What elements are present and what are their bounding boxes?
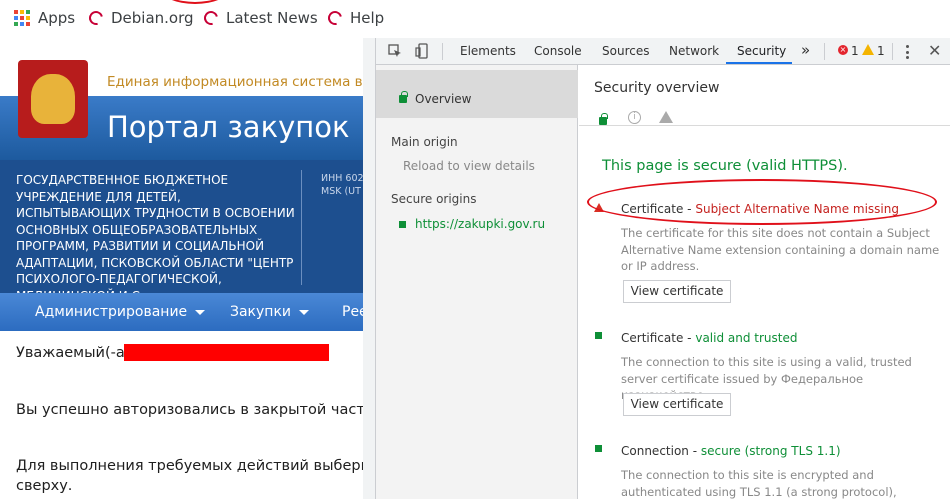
bookmark-help[interactable]: Help (325, 8, 385, 28)
nav-label: Администрирование (35, 304, 188, 320)
warning-icon[interactable] (862, 44, 874, 55)
close-icon[interactable]: ✕ (928, 41, 941, 60)
item-description: The connection to this site is encrypted… (621, 468, 897, 499)
item-title-certificate-valid: Certificate - valid and trusted (621, 331, 798, 345)
reload-hint: Reload to view details (403, 159, 535, 173)
greeting-text: Уважаемый(-ая) (16, 345, 140, 361)
inspect-element-icon[interactable] (388, 44, 402, 58)
organization-panel: ГОСУДАРСТВЕННОЕ БЮДЖЕТНОЕ УЧРЕЖДЕНИЕ ДЛЯ… (0, 160, 365, 303)
tab-console[interactable]: Console (534, 44, 582, 58)
action-message: Для выполнения требуемых действий выбери… (16, 458, 365, 474)
nav-administration[interactable]: Администрирование (35, 304, 206, 320)
warning-count[interactable]: 1 (877, 44, 885, 58)
overview-title: Security overview (594, 80, 720, 96)
lock-icon (599, 113, 608, 125)
item-label: Connection (621, 444, 689, 458)
view-certificate-button[interactable]: View certificate (623, 280, 731, 303)
divider (579, 125, 950, 126)
bookmark-debian[interactable]: Debian.org (86, 8, 194, 28)
redaction-bar (124, 344, 329, 361)
organization-name: ГОСУДАРСТВЕННОЕ БЮДЖЕТНОЕ УЧРЕЖДЕНИЕ ДЛЯ… (16, 173, 295, 303)
secure-square-icon (595, 332, 602, 339)
active-tab-indicator (726, 62, 792, 64)
secure-summary: This page is secure (valid HTTPS). (602, 158, 848, 174)
caret-down-icon (195, 309, 206, 315)
item-description: The certificate for this site does not c… (621, 226, 940, 273)
security-overview: Security overview i This page is secure … (579, 65, 950, 499)
item-label: Certificate (621, 331, 684, 345)
lock-icon (399, 91, 408, 103)
devtools-resize-gutter[interactable] (363, 38, 375, 499)
item-dash: - (692, 444, 698, 458)
sidebar-item-label: Overview (415, 92, 472, 106)
annotation-arc (160, 0, 230, 4)
apps-grid-icon (14, 10, 30, 26)
devtools-panel: Elements Console Sources Network Securit… (375, 38, 950, 499)
info-icon: i (628, 111, 641, 124)
toolbar-separator (824, 43, 825, 60)
main-origin-heading: Main origin (391, 135, 458, 149)
coat-of-arms-icon (18, 60, 88, 138)
nav-label: Закупки (230, 304, 292, 320)
secure-origins-heading: Secure origins (391, 192, 477, 206)
kebab-menu-icon[interactable] (906, 45, 909, 59)
nav-purchases[interactable]: Закупки (230, 304, 310, 320)
toolbar-separator (892, 43, 893, 60)
tab-network[interactable]: Network (669, 44, 719, 58)
debian-swirl-icon (86, 8, 106, 28)
device-toolbar-icon[interactable] (415, 43, 429, 59)
bookmark-label: Apps (38, 9, 76, 27)
page-header: Единая информационная система в с Портал… (0, 38, 365, 160)
tab-elements[interactable]: Elements (460, 44, 516, 58)
eis-title: Единая информационная система в с (107, 74, 365, 90)
action-message-cont: сверху. (16, 478, 73, 494)
error-icon[interactable]: × (838, 45, 848, 55)
divider (301, 170, 302, 285)
main-nav: Администрирование Закупки Рее (0, 293, 365, 331)
debian-swirl-icon (201, 8, 221, 28)
secure-square-icon (399, 221, 406, 228)
devtools-toolbar: Elements Console Sources Network Securit… (376, 38, 950, 65)
bookmark-label: Latest News (226, 9, 318, 27)
sidebar-origin-link[interactable]: https://zakupki.gov.ru (415, 217, 545, 231)
nav-registry[interactable]: Рее (342, 304, 365, 320)
item-dash: - (687, 331, 692, 345)
bookmark-label: Debian.org (111, 9, 194, 27)
tab-security[interactable]: Security (737, 44, 786, 58)
web-page: Единая информационная система в с Портал… (0, 38, 365, 499)
bookmark-apps[interactable]: Apps (14, 9, 75, 27)
nav-label: Рее (342, 304, 365, 320)
secure-square-icon (595, 445, 602, 452)
item-title-connection: Connection - secure (strong TLS 1.1) (621, 444, 841, 458)
caret-down-icon (299, 309, 310, 315)
browser-window: Apps Debian.org Latest News Help Единая … (0, 0, 950, 499)
item-status: secure (strong TLS 1.1) (700, 444, 841, 458)
annotation-ellipse (587, 179, 937, 225)
more-tabs-button[interactable]: » (801, 41, 810, 59)
warning-triangle-icon (659, 111, 673, 123)
sidebar-item-overview[interactable]: Overview (376, 70, 578, 118)
bookmark-latest-news[interactable]: Latest News (201, 8, 318, 28)
debian-swirl-icon (325, 8, 345, 28)
item-status: valid and trusted (695, 331, 798, 345)
tab-sources[interactable]: Sources (602, 44, 649, 58)
auth-message: Вы успешно авторизовались в закрытой час… (16, 402, 365, 418)
organization-info: ИНН 602 MSK (UT (321, 173, 364, 197)
error-count[interactable]: 1 (851, 44, 859, 58)
portal-title[interactable]: Портал закупок (107, 110, 349, 144)
bookmark-label: Help (350, 9, 385, 27)
security-sidebar: Overview Main origin Reload to view deta… (376, 65, 578, 499)
toolbar-separator (442, 43, 443, 60)
view-certificate-button[interactable]: View certificate (623, 393, 731, 416)
bookmarks-bar: Apps Debian.org Latest News Help (0, 0, 950, 38)
